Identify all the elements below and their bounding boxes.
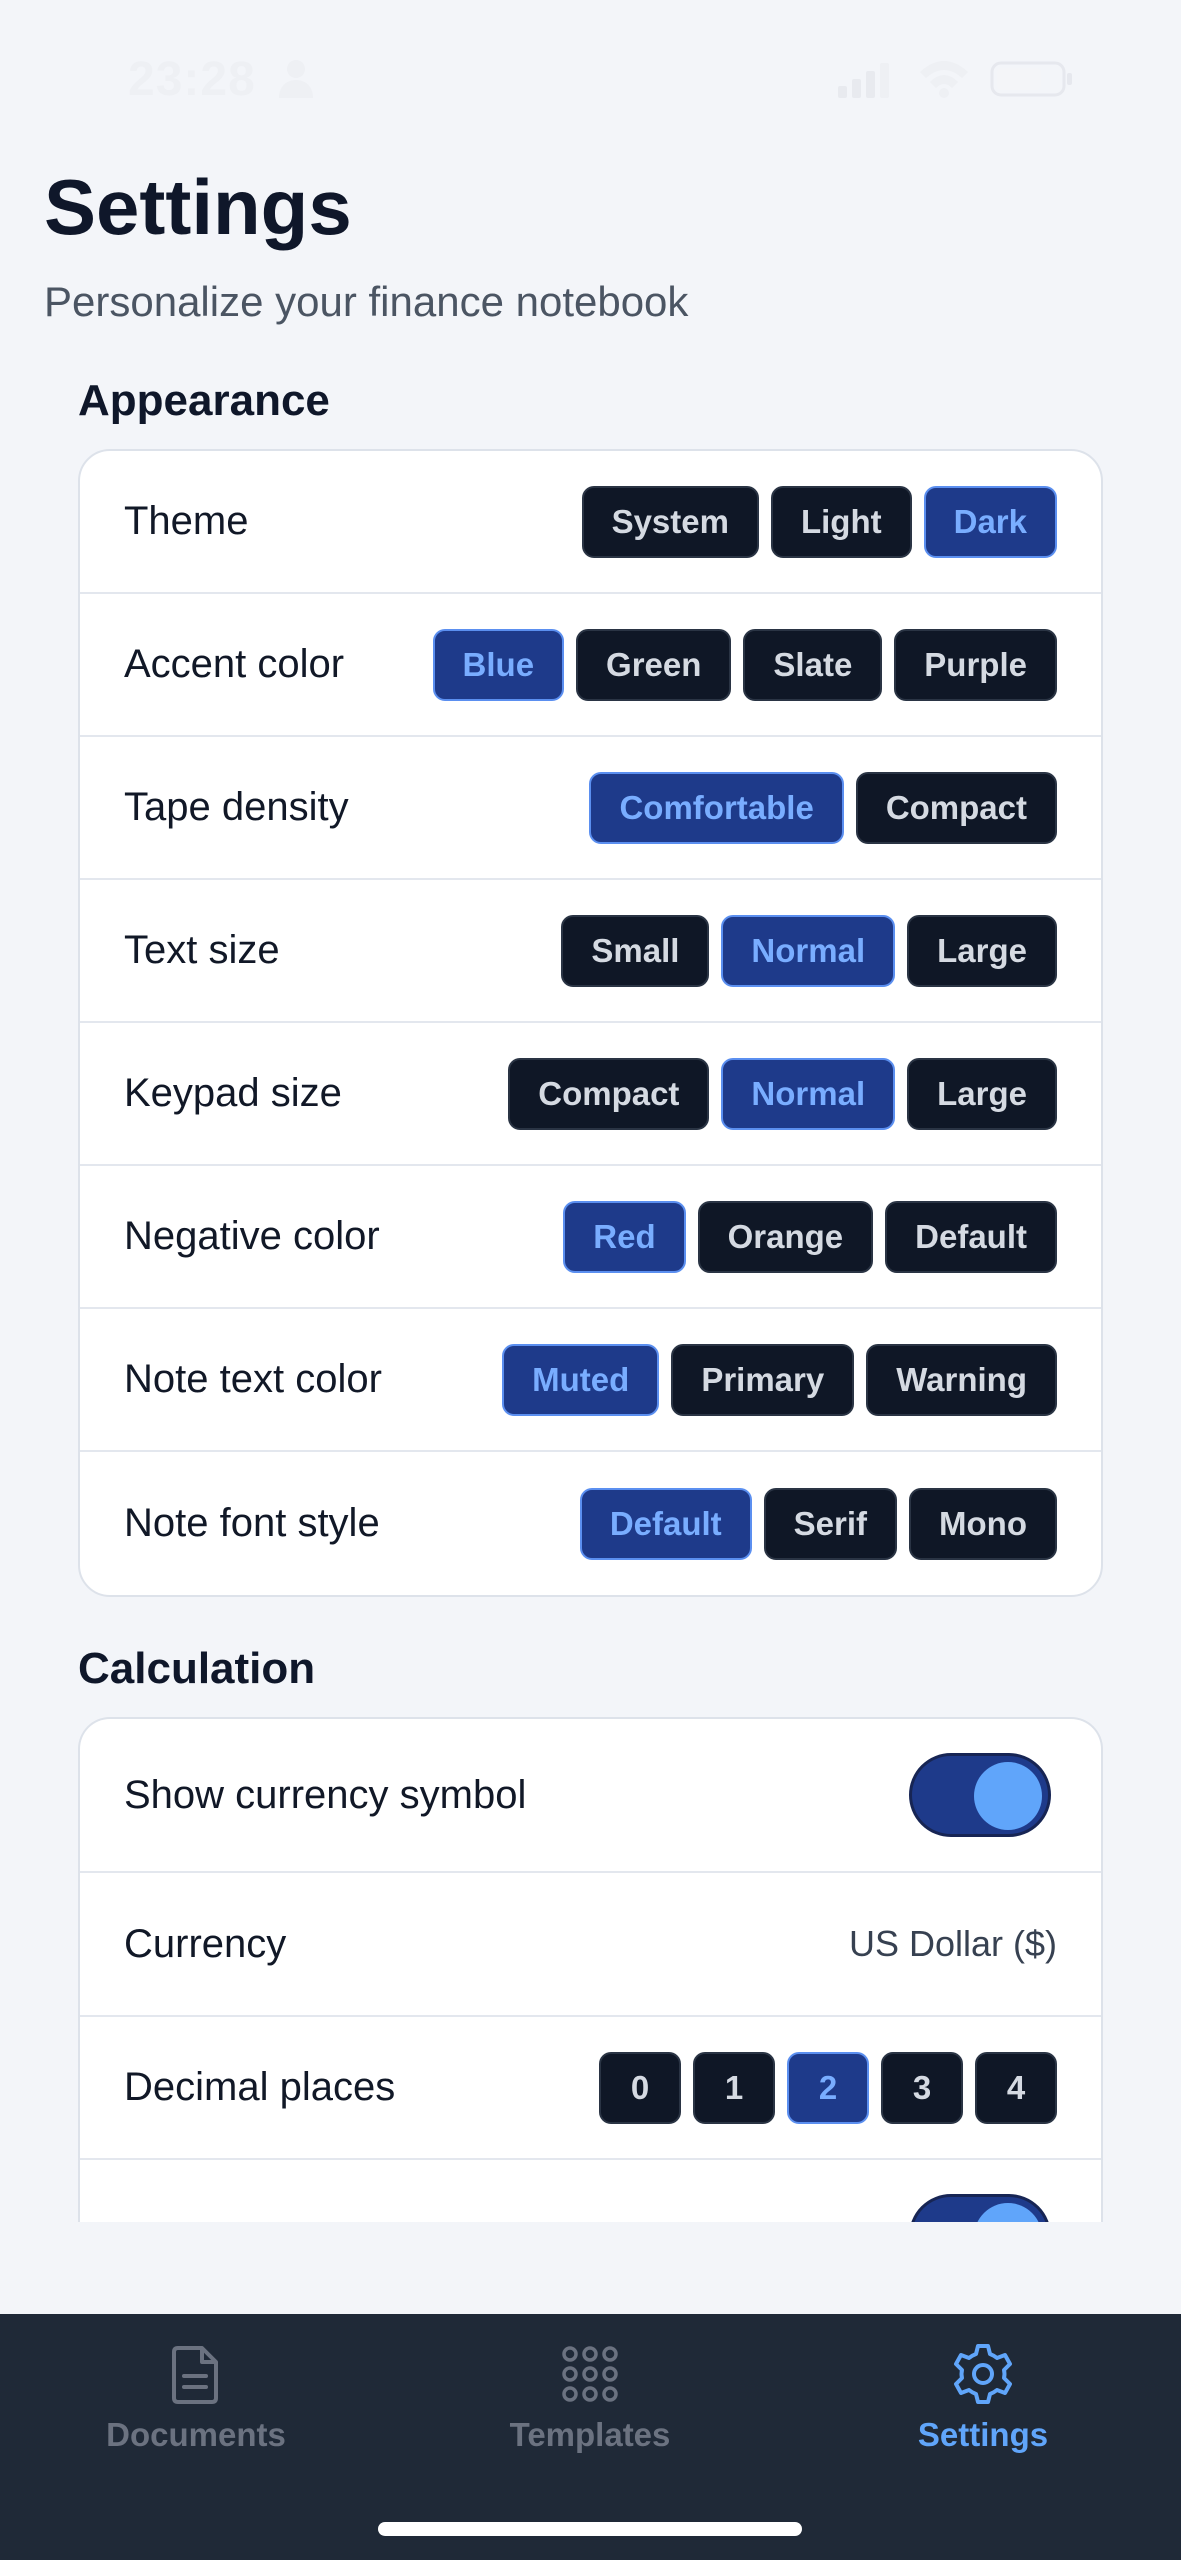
document-icon	[172, 2346, 218, 2404]
note-text-color-row: Note text color Muted Primary Warning	[80, 1309, 1101, 1452]
decimal-places-option-3[interactable]: 3	[881, 2051, 963, 2124]
note-text-color-label: Note text color	[124, 1357, 382, 1401]
note-font-style-option-serif[interactable]: Serif	[763, 1487, 898, 1560]
decimal-places-option-0[interactable]: 0	[599, 2051, 681, 2124]
decimal-places-option-1[interactable]: 1	[693, 2051, 775, 2124]
keypad-size-label: Keypad size	[124, 1071, 342, 1115]
accent-color-option-slate[interactable]: Slate	[743, 628, 883, 701]
page-subtitle: Personalize your finance notebook	[44, 278, 689, 325]
gear-icon	[954, 2344, 1012, 2404]
theme-option-dark[interactable]: Dark	[923, 485, 1057, 558]
show-currency-symbol-toggle[interactable]	[909, 1753, 1051, 1837]
theme-selector: System Light Dark	[581, 485, 1057, 558]
note-font-style-selector: Default Serif Mono	[579, 1487, 1057, 1560]
partially-visible-toggle[interactable]	[909, 2194, 1051, 2222]
accent-color-option-blue[interactable]: Blue	[432, 628, 565, 701]
tab-templates-label: Templates	[509, 2416, 671, 2453]
keypad-size-option-normal[interactable]: Normal	[721, 1057, 896, 1130]
negative-color-option-orange[interactable]: Orange	[697, 1200, 874, 1273]
decimal-places-label: Decimal places	[124, 2065, 396, 2109]
theme-option-system[interactable]: System	[581, 485, 759, 558]
tape-density-selector: Comfortable Compact	[589, 771, 1057, 844]
text-size-row: Text size Small Normal Large	[80, 880, 1101, 1023]
tab-settings[interactable]: Settings	[853, 2342, 1113, 2482]
text-size-label: Text size	[124, 928, 280, 972]
page-title: Settings	[44, 163, 352, 251]
accent-color-option-purple[interactable]: Purple	[894, 628, 1057, 701]
keypad-size-row: Keypad size Compact Normal Large	[80, 1023, 1101, 1166]
tape-density-row: Tape density Comfortable Compact	[80, 737, 1101, 880]
text-size-option-large[interactable]: Large	[907, 914, 1057, 987]
note-font-style-option-mono[interactable]: Mono	[909, 1487, 1057, 1560]
negative-color-row: Negative color Red Orange Default	[80, 1166, 1101, 1309]
partially-visible-row	[80, 2160, 1101, 2222]
show-currency-symbol-row: Show currency symbol	[80, 1719, 1101, 1873]
decimal-places-option-2[interactable]: 2	[787, 2051, 869, 2124]
tape-density-label: Tape density	[124, 785, 349, 829]
accent-color-row: Accent color Blue Green Slate Purple	[80, 594, 1101, 737]
toggle-knob	[974, 1762, 1042, 1830]
currency-value[interactable]: US Dollar ($)	[849, 1923, 1057, 1965]
battery-icon	[990, 61, 1072, 97]
negative-color-option-default[interactable]: Default	[885, 1200, 1057, 1273]
tape-density-option-comfortable[interactable]: Comfortable	[589, 771, 844, 844]
calculation-card: Show currency symbol Currency US Dollar …	[78, 1717, 1103, 2222]
home-indicator	[378, 2522, 802, 2536]
note-text-color-selector: Muted Primary Warning	[502, 1343, 1057, 1416]
appearance-card: Theme System Light Dark Accent color Blue Gree…	[78, 449, 1103, 1597]
tab-documents-label: Documents	[106, 2416, 286, 2453]
accent-color-label: Accent color	[124, 642, 345, 686]
text-size-option-small[interactable]: Small	[561, 914, 710, 987]
tab-documents[interactable]: Documents	[66, 2342, 326, 2482]
negative-color-selector: Red Orange Default	[563, 1200, 1057, 1273]
show-currency-symbol-label: Show currency symbol	[124, 1772, 527, 1817]
person-icon	[279, 60, 313, 98]
decimal-places-selector: 01234	[599, 2051, 1057, 2124]
tab-templates[interactable]: Templates	[460, 2342, 720, 2482]
note-text-color-option-muted[interactable]: Muted	[502, 1343, 660, 1416]
currency-label: Currency	[124, 1921, 287, 1966]
theme-label: Theme	[124, 499, 249, 543]
theme-row: Theme System Light Dark	[80, 451, 1101, 594]
note-font-style-row: Note font style Default Serif Mono	[80, 1452, 1101, 1595]
appearance-section-title: Appearance	[78, 376, 330, 425]
wifi-icon	[920, 61, 968, 98]
negative-color-label: Negative color	[124, 1214, 380, 1258]
theme-option-light[interactable]: Light	[770, 485, 912, 558]
accent-color-option-green[interactable]: Green	[576, 628, 732, 701]
note-text-color-option-warning[interactable]: Warning	[866, 1343, 1057, 1416]
toggle-knob	[974, 2203, 1042, 2222]
negative-color-option-red[interactable]: Red	[563, 1200, 686, 1273]
status-bar: 23:28	[0, 0, 1181, 160]
currency-row[interactable]: Currency US Dollar ($)	[80, 1873, 1101, 2017]
note-font-style-option-default[interactable]: Default	[579, 1487, 752, 1560]
status-time: 23:28	[128, 53, 256, 106]
decimal-places-option-4[interactable]: 4	[975, 2051, 1057, 2124]
decimal-places-row: Decimal places 01234	[80, 2017, 1101, 2160]
note-text-color-option-primary[interactable]: Primary	[671, 1343, 855, 1416]
tape-density-option-compact[interactable]: Compact	[855, 771, 1057, 844]
text-size-option-normal[interactable]: Normal	[721, 914, 896, 987]
calculation-section-title: Calculation	[78, 1644, 316, 1693]
keypad-size-selector: Compact Normal Large	[508, 1057, 1057, 1130]
note-font-style-label: Note font style	[124, 1501, 380, 1545]
cellular-signal-icon	[838, 63, 889, 98]
accent-color-selector: Blue Green Slate Purple	[432, 628, 1057, 701]
grid-icon	[562, 2346, 618, 2402]
keypad-size-option-large[interactable]: Large	[907, 1057, 1057, 1130]
tab-settings-label: Settings	[917, 2416, 1049, 2453]
keypad-size-option-compact[interactable]: Compact	[508, 1057, 710, 1130]
text-size-selector: Small Normal Large	[561, 914, 1057, 987]
